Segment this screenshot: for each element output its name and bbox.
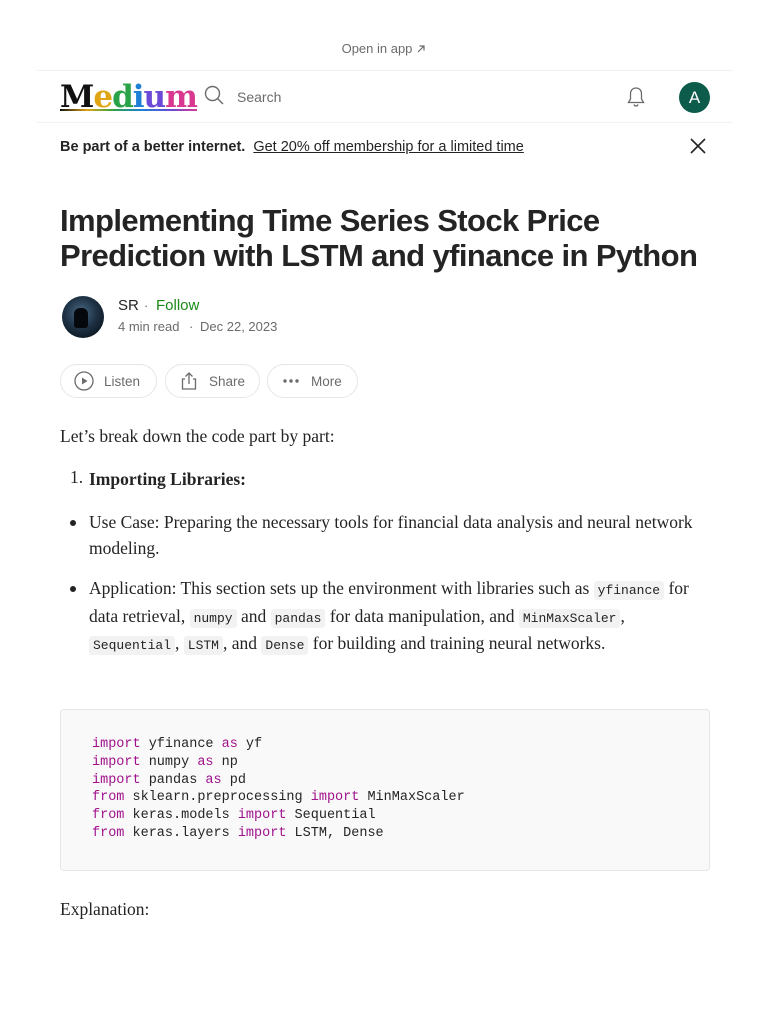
inline-code: Dense <box>261 636 309 656</box>
intro-paragraph: Let’s break down the code part by part: <box>60 426 335 446</box>
listen-button[interactable]: Listen <box>60 364 157 398</box>
more-button[interactable]: More <box>267 364 358 398</box>
follow-button[interactable]: Follow <box>156 297 199 314</box>
bullet-dot <box>70 586 76 592</box>
code-line: from sklearn.preprocessing import MinMax… <box>92 790 465 806</box>
membership-offer-link[interactable]: Get 20% off membership for a limited tim… <box>253 139 524 155</box>
inline-code: pandas <box>270 608 326 628</box>
open-in-app-label: Open in app <box>341 41 413 56</box>
logo-underline <box>60 109 197 111</box>
close-icon[interactable] <box>689 137 707 160</box>
inline-code: LSTM <box>183 636 223 656</box>
divider <box>37 122 733 123</box>
arrow-up-right-icon <box>416 42 426 57</box>
author-avatar[interactable] <box>62 296 104 338</box>
code-line: from keras.models import Sequential <box>92 808 376 824</box>
application-bullet: Application: This section sets up the en… <box>89 578 689 656</box>
bullet-dot <box>70 520 76 526</box>
article-title: Implementing Time Series Stock Price Pre… <box>60 203 698 273</box>
inline-code: yfinance <box>593 581 665 600</box>
share-icon <box>181 372 197 390</box>
code-lines: import yfinance as yf import numpy as np i… <box>92 736 465 843</box>
publish-date: Dec 22, 2023 <box>200 319 278 334</box>
open-in-app-link[interactable]: Open in app <box>0 41 768 57</box>
medium-logo[interactable]: Medium <box>60 80 198 114</box>
inline-code: MinMaxScaler <box>518 608 621 628</box>
section-number: 1. <box>70 467 84 487</box>
user-avatar[interactable]: A <box>679 82 710 113</box>
promo-banner: Be part of a better internet. Get 20% off… <box>60 139 524 155</box>
code-block[interactable]: import yfinance as yf import numpy as np i… <box>60 709 710 871</box>
code-line: import numpy as np <box>92 754 238 770</box>
search-placeholder: Search <box>237 89 282 105</box>
play-icon <box>74 371 94 391</box>
share-label: Share <box>208 373 245 389</box>
promo-text: Be part of a better internet. <box>60 139 246 155</box>
listen-label: Listen <box>104 373 141 389</box>
share-button[interactable]: Share <box>165 364 260 398</box>
code-line: import pandas as pd <box>92 772 246 788</box>
divider <box>37 70 733 71</box>
use-case-bullet: Use Case: Preparing the necessary tools … <box>89 512 693 558</box>
more-label: More <box>311 373 342 389</box>
search-input[interactable]: Search <box>203 84 281 110</box>
separator-dot: · <box>189 319 194 334</box>
author-avatar-figure <box>74 308 88 328</box>
inline-code: numpy <box>189 608 237 628</box>
explanation-heading: Explanation: <box>60 899 150 919</box>
section-heading: Importing Libraries: <box>89 469 247 489</box>
bell-icon[interactable] <box>624 85 648 114</box>
code-line: from keras.layers import LSTM, Dense <box>92 825 384 841</box>
inline-code: Sequential <box>89 636 176 656</box>
more-dots-icon <box>283 379 299 383</box>
read-time: 4 min read <box>118 319 180 334</box>
search-icon <box>203 84 225 111</box>
author-name[interactable]: SR <box>118 297 139 314</box>
separator-dot: · <box>144 298 149 313</box>
code-line: import yfinance as yf <box>92 737 263 752</box>
